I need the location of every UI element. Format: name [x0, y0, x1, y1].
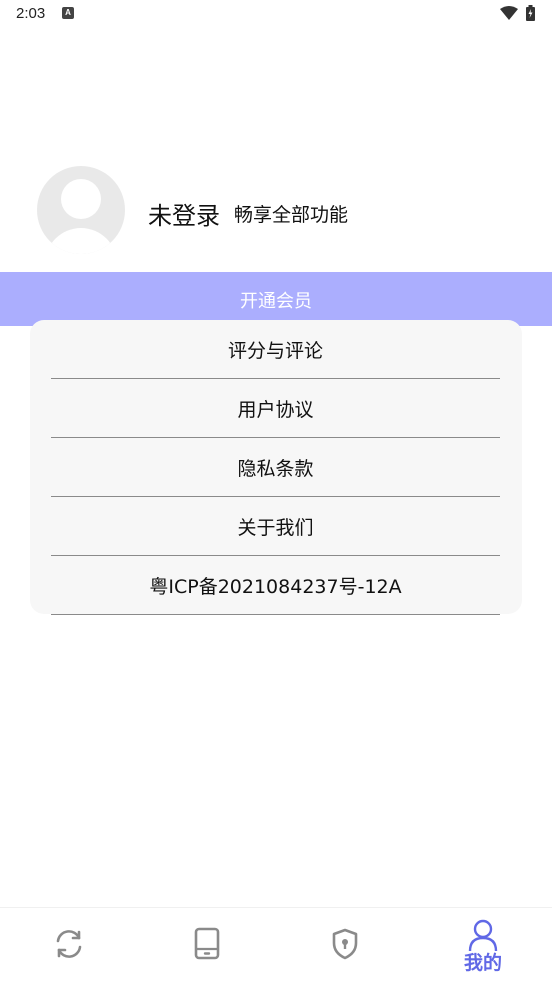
menu-item-label: 评分与评论 [227, 339, 323, 362]
battery-icon [526, 5, 535, 21]
nav-item-device[interactable] [138, 908, 276, 982]
login-status[interactable]: 未登录 [148, 196, 220, 231]
menu-item-rate[interactable]: 评分与评论 [51, 320, 500, 379]
sync-icon [56, 930, 82, 958]
nav-label-mine: 我的 [463, 952, 502, 974]
menu-item-icp[interactable]: 粤ICP备2021084237号-12A [51, 556, 500, 615]
menu-item-label: 用户协议 [237, 398, 314, 421]
menu-item-label: 粤ICP备2021084237号-12A [149, 575, 402, 598]
vip-button-label: 开通会员 [240, 291, 312, 312]
menu-item-user-agreement[interactable]: 用户协议 [51, 379, 500, 438]
tablet-icon [194, 927, 220, 960]
wifi-icon [500, 6, 518, 20]
app-notification-icon: A [62, 7, 74, 19]
menu-card: 评分与评论 用户协议 隐私条款 关于我们 粤ICP备2021084237号-12… [30, 320, 522, 615]
menu-item-about[interactable]: 关于我们 [51, 497, 500, 556]
menu-item-label: 隐私条款 [237, 457, 314, 480]
nav-item-security[interactable] [276, 908, 414, 982]
login-subtitle: 畅享全部功能 [234, 204, 349, 226]
vip-banner[interactable]: 开通会员 [0, 272, 552, 326]
profile-header[interactable]: 未登录 畅享全部功能 [37, 166, 517, 256]
status-bar: 2:03 A [0, 0, 552, 28]
status-time: 2:03 [16, 5, 46, 22]
avatar-head [61, 179, 101, 219]
avatar-body [45, 228, 117, 254]
bottom-nav: 我的 [0, 907, 552, 982]
avatar[interactable] [37, 166, 125, 254]
nav-item-sync[interactable] [0, 908, 138, 982]
menu-item-label: 关于我们 [237, 516, 314, 539]
menu-item-privacy[interactable]: 隐私条款 [51, 438, 500, 497]
nav-item-mine[interactable]: 我的 [414, 908, 552, 982]
shield-icon [332, 928, 358, 960]
